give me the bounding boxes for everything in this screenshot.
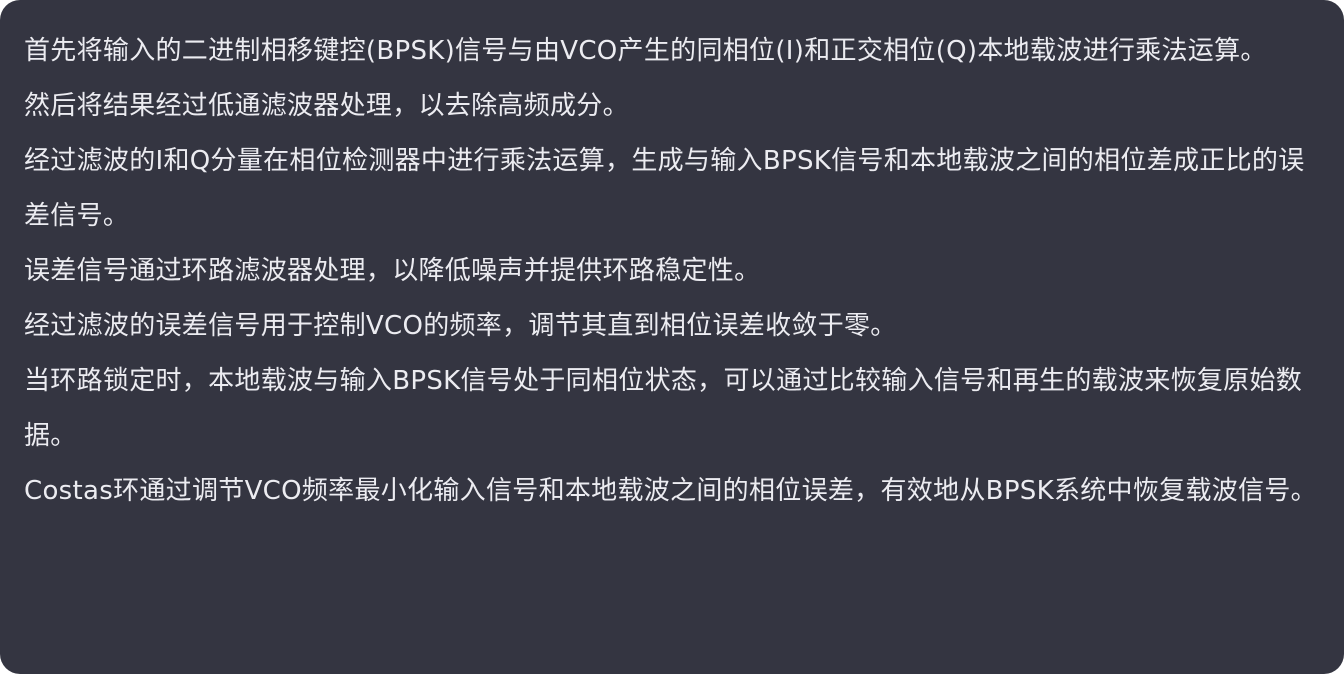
paragraph-7: Costas环通过调节VCO频率最小化输入信号和本地载波之间的相位误差，有效地从…	[24, 476, 1317, 506]
paragraph-6: 当环路锁定时，本地载波与输入BPSK信号处于同相位状态，可以通过比较输入信号和再…	[24, 366, 1303, 451]
paragraph-5: 经过滤波的误差信号用于控制VCO的频率，调节其直到相位误差收敛于零。	[24, 311, 897, 341]
message-content: 首先将输入的二进制相移键控(BPSK)信号与由VCO产生的同相位(I)和正交相位…	[24, 24, 1324, 519]
paragraph-4: 误差信号通过环路滤波器处理，以降低噪声并提供环路稳定性。	[24, 256, 761, 286]
paragraph-3: 经过滤波的I和Q分量在相位检测器中进行乘法运算，生成与输入BPSK信号和本地载波…	[24, 146, 1305, 231]
chat-message-panel: 首先将输入的二进制相移键控(BPSK)信号与由VCO产生的同相位(I)和正交相位…	[0, 0, 1344, 674]
paragraph-2: 然后将结果经过低通滤波器处理，以去除高频成分。	[24, 91, 629, 121]
paragraph-1: 首先将输入的二进制相移键控(BPSK)信号与由VCO产生的同相位(I)和正交相位…	[24, 36, 1267, 66]
